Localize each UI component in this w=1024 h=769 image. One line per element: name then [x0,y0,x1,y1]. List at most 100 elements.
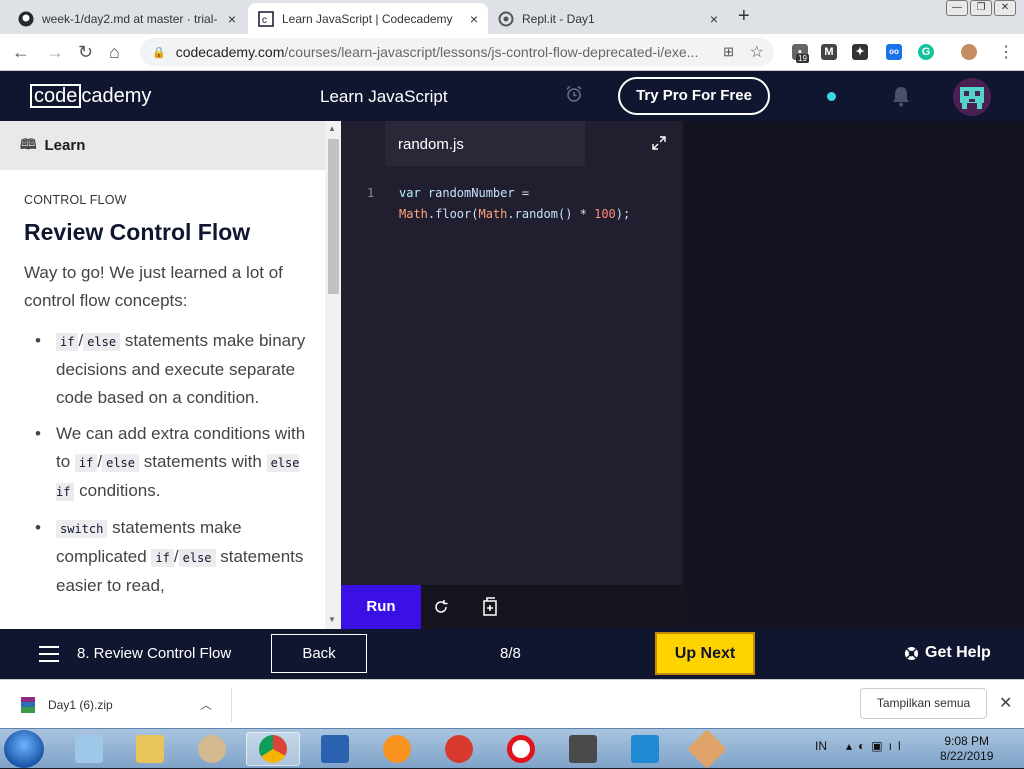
language-indicator[interactable]: IN [815,739,827,753]
taskbar-explorer[interactable] [123,732,177,766]
winrar-archive-icon [21,697,35,713]
reset-icon[interactable] [433,599,449,615]
replit-icon [498,11,514,26]
close-tab-icon[interactable]: × [228,11,236,27]
new-tab-button[interactable]: + [738,5,750,28]
grammarly-icon[interactable]: G [918,44,934,60]
inline-code: if [74,454,98,472]
tab-codecademy[interactable]: c Learn JavaScript | Codecademy × [248,3,488,34]
code-token: .floor( [427,207,479,221]
status-dot [827,92,836,101]
get-help-button[interactable]: Get Help [904,644,991,662]
alarm-clock-icon[interactable] [565,85,583,103]
avast-icon [383,735,411,763]
course-title: Learn JavaScript [320,87,448,106]
taskbar-paint[interactable] [185,732,239,766]
get-help-label: Get Help [925,644,991,661]
back-arrow-icon[interactable]: ← [12,42,30,63]
list-item: We can add extra conditions with to if/e… [24,420,314,506]
chrome-icon [259,735,287,763]
translate-icon[interactable]: ⊞ [723,44,734,60]
bookmark-star-icon[interactable]: ☆ [750,42,764,62]
close-tab-icon[interactable]: × [710,11,718,27]
back-button[interactable]: Back [271,634,367,673]
up-next-button[interactable]: Up Next [655,632,755,675]
lesson-scrollbar[interactable]: ▲ ▼ [325,121,341,629]
inline-code: else [102,454,139,472]
taskbar-chrome[interactable] [246,732,300,766]
chevron-up-icon[interactable]: ︿ [200,696,212,713]
expand-icon[interactable] [652,136,666,150]
book-icon: 🕮 [20,135,37,152]
tab-github[interactable]: week-1/day2.md at master · trial- × [8,3,246,34]
medium-extension-icon[interactable]: M [821,44,837,60]
github-icon [18,11,34,26]
taskbar-ccleaner[interactable] [432,732,486,766]
sublime-text-icon [569,735,597,763]
scroll-down-icon[interactable]: ▼ [328,615,336,624]
copy-codebase-icon[interactable] [482,597,500,617]
close-window-icon[interactable]: ✕ [994,0,1016,16]
lesson-kicker: CONTROL FLOW [24,193,127,207]
restore-icon[interactable]: ❐ [970,0,992,16]
taskbar-avast[interactable] [370,732,424,766]
system-tray-icons[interactable]: ▴◐▣ıl [846,739,907,753]
lock-icon: 🔒 [152,46,166,59]
inline-code: switch [56,520,108,538]
run-button[interactable]: Run [341,585,421,629]
editor-toolbar: Run [341,585,683,629]
profile-avatar[interactable] [961,44,977,60]
code-token: Math [399,207,428,221]
url-field[interactable]: 🔒 codecademy.com/courses/learn-javascrip… [140,38,774,66]
url-host: codecademy.com [175,44,285,60]
taskbar-vscode[interactable] [618,732,672,766]
show-all-button[interactable]: Tampilkan semua [860,688,987,719]
download-shelf: Day1 (6).zip ︿ Tampilkan semua ✕ [0,679,1024,728]
close-tab-icon[interactable]: × [470,11,478,27]
current-lesson-name[interactable]: 8. Review Control Flow [77,645,231,662]
app-icon [321,735,349,763]
camera-extension-icon[interactable]: ✦ [852,44,868,60]
bell-icon[interactable] [890,84,912,108]
clock-date: 8/22/2019 [940,749,994,763]
inline-code: if [56,333,79,351]
scroll-up-icon[interactable]: ▲ [328,124,336,133]
tab-replit[interactable]: Repl.it - Day1 × [488,3,728,34]
hamburger-menu-icon[interactable] [39,646,59,662]
vscode-icon [631,735,659,763]
lesson-content: CONTROL FLOW Review Control Flow Way to … [24,170,314,608]
download-item[interactable]: Day1 (6).zip [20,696,113,714]
code-token: 100 [594,207,616,221]
system-clock[interactable]: 9:08 PM 8/22/2019 [940,734,993,764]
codecademy-logo[interactable]: code cademy [30,83,151,109]
code-token: randomNumber [420,186,522,200]
git-icon [687,729,727,769]
close-shelf-icon[interactable]: ✕ [999,693,1012,713]
start-button[interactable] [4,730,44,768]
taskbar-sublime[interactable] [556,732,610,766]
extension-badge: 19 [796,54,809,63]
codecademy-header: code cademy Learn JavaScript Try Pro For … [0,71,1024,121]
reload-icon[interactable]: ↻ [78,42,93,63]
try-pro-button[interactable]: Try Pro For Free [618,77,770,115]
avatar[interactable] [953,78,991,116]
meet-extension-icon[interactable]: oo [886,44,902,60]
opera-icon [507,735,535,763]
taskbar-opera[interactable] [494,732,548,766]
list-item: if/else statements make binary decisions… [24,327,314,412]
code-token: var [399,186,421,200]
taskbar-git[interactable] [680,729,734,769]
inline-code: else [83,333,121,351]
learn-tab[interactable]: 🕮 Learn [0,121,325,170]
home-icon[interactable]: ⌂ [109,42,120,63]
divider [231,688,232,722]
code-line[interactable]: var randomNumber = Math.floor(Math.random… [399,183,679,225]
scrollbar-thumb[interactable] [328,139,339,294]
taskbar-app[interactable] [308,732,362,766]
forward-arrow-icon[interactable]: → [46,42,64,63]
minimize-icon[interactable]: — [946,0,968,16]
chrome-menu-icon[interactable]: ⋮ [998,42,1014,62]
logo-cademy: cademy [81,84,152,107]
file-tab[interactable]: random.js [385,121,585,166]
taskbar-notes[interactable] [62,732,116,766]
